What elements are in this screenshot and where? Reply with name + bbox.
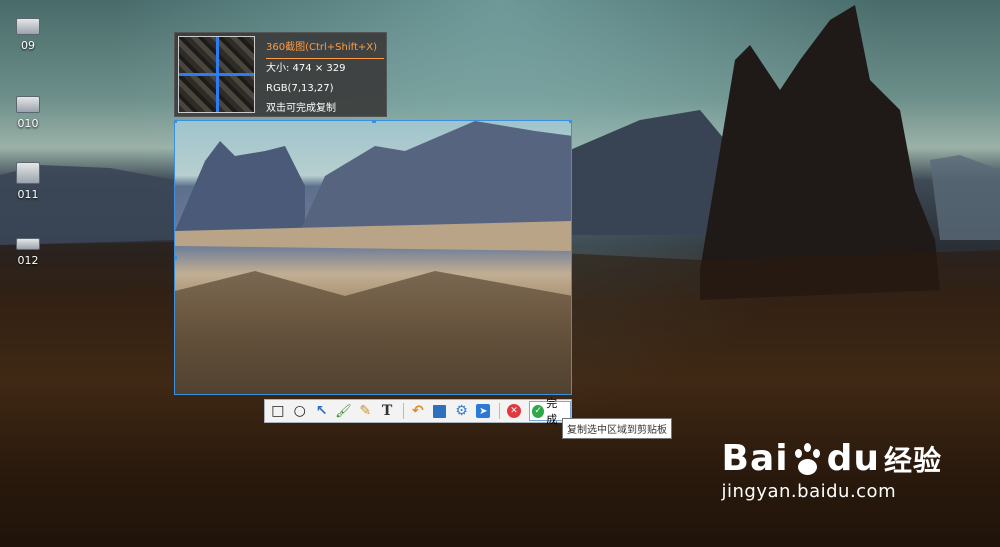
screenshot-toolbar: □ ○ ↖ 🖌 ✎ T ↶ ⚙ ➤ ✕ ✓ 完成: [264, 397, 572, 426]
watermark-brand-cn: 经验: [883, 443, 942, 477]
save-icon: [433, 404, 447, 418]
rectangle-tool-button[interactable]: □: [268, 401, 288, 421]
cancel-icon: ✕: [507, 404, 522, 418]
cancel-button[interactable]: ✕: [504, 401, 524, 421]
text-tool-button[interactable]: T: [377, 401, 397, 421]
watermark-brand: Bai: [721, 438, 789, 479]
send-icon: ➤: [476, 404, 491, 418]
image-file-icon: [16, 18, 40, 35]
toolbar-divider: [499, 403, 501, 419]
brush-icon: 🖌: [335, 403, 352, 419]
desktop-icon-label: 09: [21, 39, 35, 52]
check-icon: ✓: [531, 404, 545, 418]
desktop-icon-label: 010: [17, 117, 39, 130]
paw-icon: [791, 441, 825, 477]
undo-button[interactable]: ↶: [408, 401, 428, 421]
save-button[interactable]: [430, 401, 450, 421]
desktop-icon-09[interactable]: 09: [8, 18, 48, 52]
settings-button[interactable]: ⚙: [452, 401, 472, 421]
resize-handle[interactable]: [372, 121, 376, 123]
watermark-url: jingyan.baidu.com: [721, 481, 897, 502]
resize-handle[interactable]: [175, 121, 177, 123]
desktop-icon-011[interactable]: 011: [8, 162, 48, 201]
brush-tool-button[interactable]: 🖌: [333, 401, 353, 421]
arrow-tool-button[interactable]: ↖: [312, 401, 332, 421]
ellipse-icon: ○: [293, 403, 306, 419]
desktop-icon-012[interactable]: 012: [8, 238, 48, 267]
desktop-icon-label: 012: [17, 254, 39, 267]
toolbar-divider: [402, 403, 404, 419]
pixel-rgb: RGB(7,13,27): [266, 83, 334, 94]
ellipse-tool-button[interactable]: ○: [290, 401, 310, 421]
resize-handle[interactable]: [569, 121, 571, 123]
text-icon: T: [381, 403, 393, 419]
pencil-icon: ✎: [359, 403, 372, 419]
done-tooltip: 复制选中区域到剪贴板: [562, 418, 672, 439]
capture-selection-region[interactable]: [174, 120, 572, 395]
arrow-icon: ↖: [315, 403, 328, 419]
crosshair-vertical: [216, 37, 219, 112]
undo-icon: ↶: [411, 403, 424, 419]
desktop-icon-label: 011: [17, 188, 39, 201]
baidu-jingyan-watermark: Bai du 经验 jingyan.baidu.com: [722, 438, 943, 502]
image-file-icon: [16, 162, 40, 184]
watermark-brand-tail: du: [826, 438, 880, 479]
settings-icon: ⚙: [455, 403, 468, 419]
selected-landscape: [175, 121, 571, 394]
resize-handle[interactable]: [175, 256, 177, 260]
image-file-icon: [16, 96, 40, 113]
double-click-hint: 双击可完成复制: [266, 103, 336, 114]
image-file-icon: [16, 238, 40, 250]
send-button[interactable]: ➤: [473, 401, 493, 421]
desktop-icon-010[interactable]: 010: [8, 96, 48, 130]
magnifier-title: 360截图(Ctrl+Shift+X): [266, 38, 384, 59]
rectangle-icon: □: [271, 403, 285, 419]
selection-size: 大小: 474 × 329: [266, 63, 346, 74]
pencil-tool-button[interactable]: ✎: [355, 401, 375, 421]
zoom-preview: [178, 36, 255, 113]
magnifier-info-panel: 360截图(Ctrl+Shift+X) 大小: 474 × 329 RGB(7,…: [174, 32, 387, 117]
